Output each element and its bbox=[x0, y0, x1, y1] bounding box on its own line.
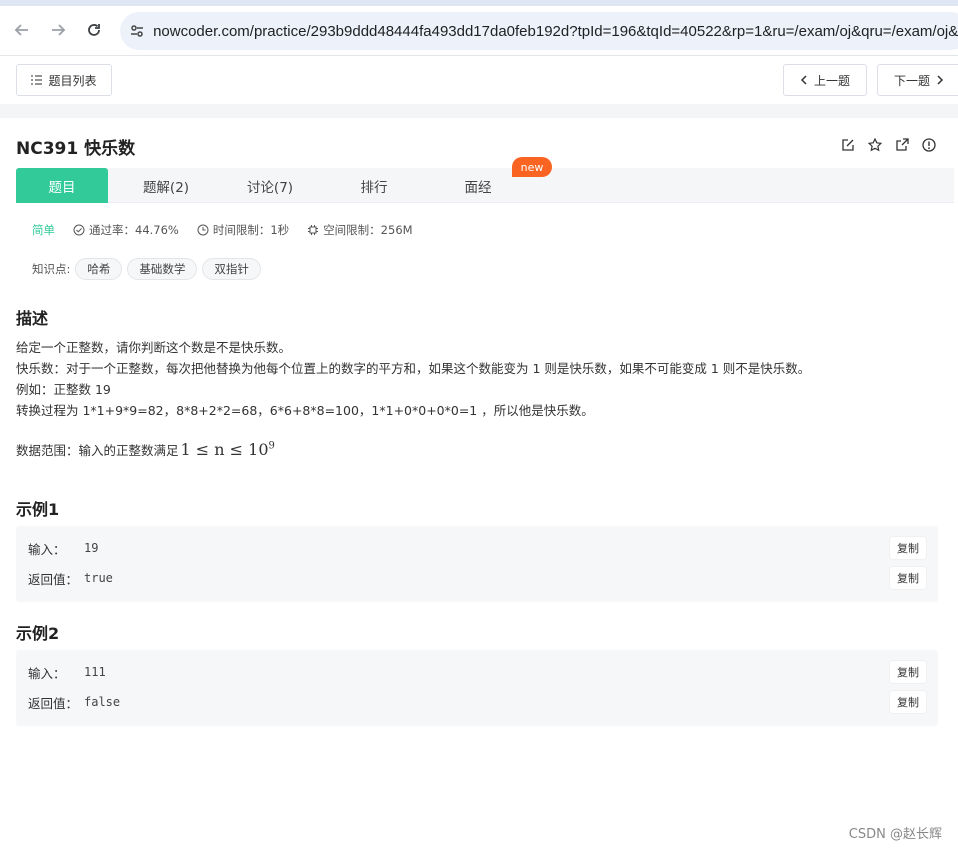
check-circle-icon bbox=[73, 224, 85, 236]
time-limit: 时间限制：1秒 bbox=[197, 222, 289, 238]
space-limit: 空间限制：256M bbox=[307, 222, 413, 238]
next-problem-button[interactable]: 下一题 bbox=[877, 64, 958, 96]
difficulty-label: 简单 bbox=[32, 223, 55, 237]
copy-output-button[interactable]: 复制 bbox=[890, 691, 926, 713]
example-output-row: 返回值： false bbox=[28, 692, 120, 712]
example-input-row: 输入： 111 bbox=[28, 662, 106, 682]
range-exponent: 9 bbox=[268, 440, 275, 452]
problem-toolbar: 题目列表 上一题 下一题 bbox=[0, 56, 958, 104]
knowledge-tags: 知识点: 哈希 基础数学 双指针 bbox=[32, 258, 261, 280]
share-icon[interactable] bbox=[895, 138, 909, 152]
pass-rate-text: 通过率：44.76% bbox=[89, 223, 179, 237]
knowledge-label: 知识点: bbox=[32, 262, 71, 276]
problem-list-button[interactable]: 题目列表 bbox=[16, 64, 112, 96]
tab-solutions[interactable]: 题解(2) bbox=[120, 168, 212, 203]
back-button[interactable] bbox=[10, 18, 34, 42]
input-value: 111 bbox=[84, 665, 106, 679]
forward-button[interactable] bbox=[46, 18, 70, 42]
list-icon bbox=[31, 75, 43, 85]
star-icon[interactable] bbox=[868, 138, 882, 152]
edit-icon[interactable] bbox=[841, 138, 855, 152]
browser-toolbar: nowcoder.com/practice/293b9ddd48444fa493… bbox=[0, 0, 958, 56]
output-label: 返回值： bbox=[28, 571, 79, 587]
clock-icon bbox=[197, 224, 209, 236]
tab-problem[interactable]: 题目 bbox=[16, 168, 108, 203]
example-heading: 示例1 bbox=[16, 500, 60, 519]
description-line: 例如：正整数 19 bbox=[16, 382, 111, 397]
example-heading: 示例2 bbox=[16, 624, 60, 643]
input-label: 输入： bbox=[28, 541, 66, 557]
range-math: 1 ≤ n ≤ 10 bbox=[180, 440, 269, 459]
example-output-row: 返回值： true bbox=[28, 568, 113, 588]
tab-discussion[interactable]: 讨论(7) bbox=[224, 168, 316, 203]
reload-icon bbox=[88, 24, 100, 36]
separator-band bbox=[0, 104, 958, 118]
chevron-left-icon bbox=[800, 75, 807, 85]
problem-list-label: 题目列表 bbox=[48, 73, 97, 88]
description-line: 快乐数：对于一个正整数，每次把他替换为他每个位置上的数字的平方和，如果这个数能变… bbox=[16, 361, 811, 376]
description-heading: 描述 bbox=[16, 309, 49, 328]
tab-interview[interactable]: 面经 bbox=[432, 168, 524, 203]
arrow-left-icon bbox=[14, 24, 28, 36]
copy-input-button[interactable]: 复制 bbox=[890, 661, 926, 683]
pass-rate: 通过率：44.76% bbox=[73, 222, 179, 238]
example-input-row: 输入： 19 bbox=[28, 538, 98, 558]
output-label: 返回值： bbox=[28, 695, 79, 711]
new-badge: new bbox=[512, 157, 552, 177]
example-box: 输入： 19 复制 返回值： true 复制 bbox=[16, 526, 938, 602]
problem-title: NC391 快乐数 bbox=[16, 139, 136, 159]
input-label: 输入： bbox=[28, 665, 66, 681]
arrow-right-icon bbox=[52, 24, 66, 36]
problem-meta: 简单 通过率：44.76% 时间限制：1秒 空间限制：256M bbox=[32, 222, 431, 238]
browser-tab-strip bbox=[0, 0, 958, 6]
tag-basic-math[interactable]: 基础数学 bbox=[127, 258, 198, 280]
description-line: 转换过程为 1*1+9*9=82，8*8+2*2=68，6*6+8*8=100，… bbox=[16, 403, 594, 418]
copy-input-button[interactable]: 复制 bbox=[890, 537, 926, 559]
output-value: false bbox=[84, 695, 121, 709]
description-line: 给定一个正整数，请你判断这个数是不是快乐数。 bbox=[16, 340, 292, 355]
prev-problem-button[interactable]: 上一题 bbox=[783, 64, 867, 96]
chevron-right-icon bbox=[937, 75, 944, 85]
output-value: true bbox=[84, 571, 113, 585]
input-value: 19 bbox=[84, 541, 99, 555]
time-limit-text: 时间限制：1秒 bbox=[212, 223, 290, 237]
title-actions bbox=[841, 138, 936, 152]
reload-button[interactable] bbox=[82, 18, 106, 42]
site-settings-icon[interactable] bbox=[120, 23, 153, 39]
problem-tabs: 题目 题解(2) 讨论(7) 排行 面经 new bbox=[16, 157, 954, 203]
tag-two-pointers[interactable]: 双指针 bbox=[202, 258, 261, 280]
copy-output-button[interactable]: 复制 bbox=[890, 567, 926, 589]
space-limit-text: 空间限制：256M bbox=[323, 223, 413, 237]
info-icon[interactable] bbox=[922, 138, 936, 152]
prev-problem-label: 上一题 bbox=[813, 73, 850, 88]
url-text: nowcoder.com/practice/293b9ddd48444fa493… bbox=[153, 22, 958, 40]
title-row: NC391 快乐数 bbox=[0, 118, 958, 168]
watermark: CSDN @赵长辉 bbox=[848, 827, 942, 842]
memory-chip-icon bbox=[308, 225, 319, 235]
description-body: 给定一个正整数，请你判断这个数是不是快乐数。 快乐数：对于一个正整数，每次把他替… bbox=[16, 337, 936, 421]
range-label: 数据范围：输入的正整数满足 bbox=[16, 443, 179, 458]
data-range: 数据范围：输入的正整数满足 1 ≤ n ≤ 109 bbox=[16, 440, 275, 459]
tab-ranking[interactable]: 排行 bbox=[328, 168, 420, 203]
tag-hash[interactable]: 哈希 bbox=[75, 258, 123, 280]
next-problem-label: 下一题 bbox=[893, 73, 930, 88]
example-box: 输入： 111 复制 返回值： false 复制 bbox=[16, 650, 938, 726]
address-bar[interactable]: nowcoder.com/practice/293b9ddd48444fa493… bbox=[120, 12, 958, 50]
range-formula: 1 ≤ n ≤ 109 bbox=[181, 440, 275, 459]
